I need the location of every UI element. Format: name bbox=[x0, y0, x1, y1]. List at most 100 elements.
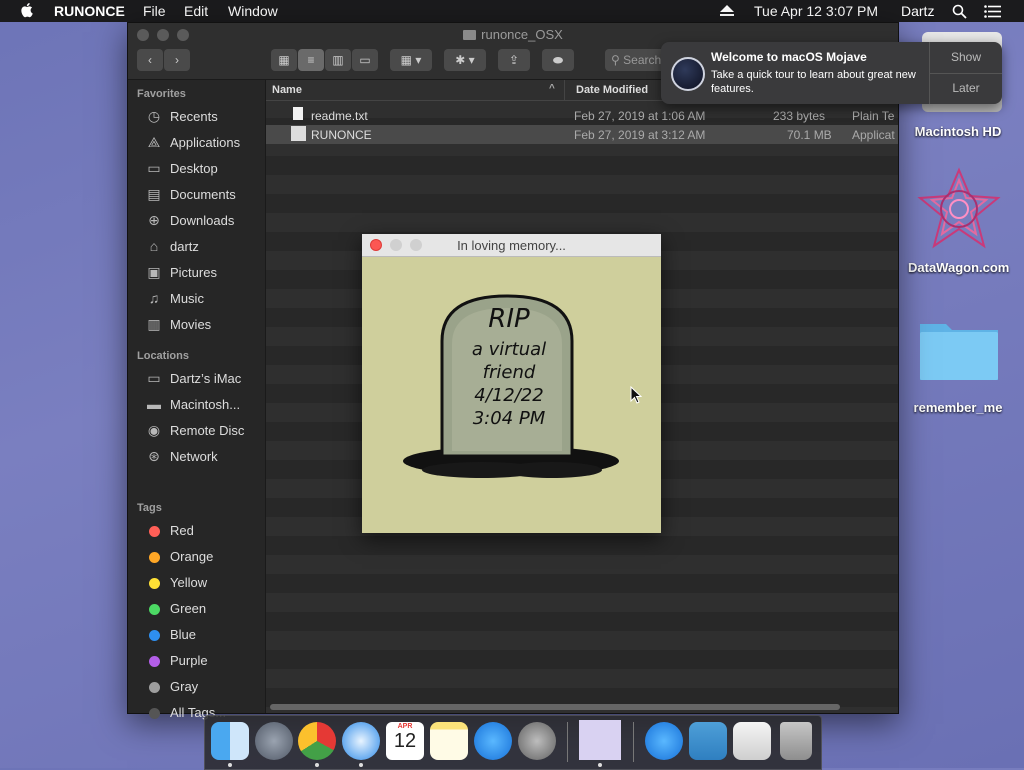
notification-center-icon[interactable] bbox=[984, 5, 1001, 18]
finder-dock-icon[interactable] bbox=[211, 722, 249, 760]
horizontal-scrollbar[interactable] bbox=[270, 704, 840, 710]
menu-edit[interactable]: Edit bbox=[184, 3, 208, 19]
sidebar-item-remote-disc[interactable]: ◉ Remote Disc bbox=[145, 420, 263, 442]
desktop-label-datawagon[interactable]: DataWagon.com bbox=[908, 260, 1009, 275]
tombstone-time: 3:04 PM bbox=[472, 408, 546, 429]
file-date: Feb 27, 2019 at 3:12 AM bbox=[574, 128, 706, 142]
search-placeholder: Search bbox=[623, 53, 662, 67]
sidebar-tag-purple[interactable]: Purple bbox=[145, 650, 263, 672]
notes-dock-icon[interactable] bbox=[430, 722, 468, 760]
sidebar-item-home[interactable]: ⌂ dartz bbox=[145, 236, 263, 258]
apple-logo-icon[interactable] bbox=[20, 3, 34, 19]
tombstone-rip-text: RIP bbox=[488, 304, 530, 334]
sidebar-item-recents[interactable]: ◷ Recents bbox=[145, 106, 263, 128]
eject-icon[interactable] bbox=[720, 5, 734, 17]
launchpad-dock-icon[interactable] bbox=[255, 722, 293, 760]
list-view-icon[interactable]: ≡ bbox=[298, 49, 324, 71]
tombstone-inscription: RIP a virtual friend 4/12/22 3:04 PM bbox=[444, 304, 574, 430]
application-file-icon bbox=[291, 126, 306, 141]
safari-dock-icon[interactable] bbox=[342, 722, 380, 760]
column-date-header[interactable]: Date Modified bbox=[576, 84, 648, 96]
sidebar-tag-yellow[interactable]: Yellow bbox=[145, 572, 263, 594]
desktop-label-remember-me[interactable]: remember_me bbox=[908, 400, 1008, 415]
sidebar-label: Remote Disc bbox=[170, 423, 245, 438]
action-gear-icon[interactable]: ✱ ▾ bbox=[444, 49, 486, 71]
dock-separator bbox=[633, 722, 634, 762]
menu-window[interactable]: Window bbox=[228, 3, 278, 19]
orange-tag-dot-icon bbox=[149, 552, 160, 563]
menu-clock[interactable]: Tue Apr 12 3:07 PM bbox=[754, 3, 878, 19]
disc-icon: ◉ bbox=[147, 422, 161, 438]
spotlight-search-icon[interactable] bbox=[952, 4, 967, 19]
hard-drive-icon: ▬ bbox=[147, 396, 161, 412]
sort-ascending-icon[interactable]: ^ bbox=[549, 83, 555, 94]
notification-show-button[interactable]: Show bbox=[930, 42, 1002, 74]
sidebar-label: Yellow bbox=[170, 575, 208, 590]
file-name: readme.txt bbox=[311, 109, 368, 123]
sidebar-tag-gray[interactable]: Gray bbox=[145, 676, 263, 698]
column-view-icon[interactable]: ▥ bbox=[325, 49, 351, 71]
sidebar-item-music[interactable]: ♫ Music bbox=[145, 288, 263, 310]
sidebar-item-documents[interactable]: ▤ Documents bbox=[145, 184, 263, 206]
running-indicator bbox=[315, 763, 319, 767]
calendar-month: APR bbox=[397, 723, 413, 730]
calendar-dock-icon[interactable]: APR 12 bbox=[386, 722, 424, 760]
sidebar-label: Gray bbox=[170, 679, 199, 694]
gallery-view-icon[interactable]: ▭ bbox=[352, 49, 378, 71]
sidebar-item-network[interactable]: ⊛ Network bbox=[145, 446, 263, 468]
sidebar-tag-green[interactable]: Green bbox=[145, 598, 263, 620]
sidebar-label: Macintosh... bbox=[170, 397, 241, 412]
sidebar-item-movies[interactable]: ▥ Movies bbox=[145, 314, 263, 336]
home-icon: ⌂ bbox=[149, 238, 159, 254]
sidebar-tag-blue[interactable]: Blue bbox=[145, 624, 263, 646]
all-tags-icon bbox=[149, 708, 160, 719]
downloads-folder-dock-icon[interactable] bbox=[689, 722, 727, 760]
sidebar-label: Documents bbox=[170, 187, 236, 202]
tag-icon[interactable]: ⬬ bbox=[542, 49, 574, 71]
file-row-readme[interactable]: readme.txt Feb 27, 2019 at 1:06 AM 233 b… bbox=[266, 106, 898, 125]
sidebar-item-imac[interactable]: ▭ Dartz’s iMac bbox=[145, 368, 263, 390]
share-icon[interactable]: ⇪ bbox=[498, 49, 530, 71]
applications-folder-dock-icon[interactable] bbox=[645, 722, 683, 760]
notification-body: Take a quick tour to learn about great n… bbox=[711, 69, 916, 95]
sidebar-item-macintosh-hd[interactable]: ▬ Macintosh... bbox=[145, 394, 263, 416]
sidebar-tag-red[interactable]: Red bbox=[145, 520, 263, 542]
text-file-icon bbox=[293, 107, 303, 120]
datawagon-icon[interactable] bbox=[916, 166, 1002, 252]
mojave-app-icon bbox=[671, 57, 705, 91]
document-icon: ▤ bbox=[147, 186, 161, 202]
forward-button[interactable]: › bbox=[164, 49, 190, 71]
notification-later-button[interactable]: Later bbox=[930, 73, 1002, 104]
document-preview-dock-icon[interactable] bbox=[733, 722, 771, 760]
runonce-dock-icon[interactable] bbox=[579, 720, 621, 760]
dock: APR 12 bbox=[204, 715, 822, 770]
sidebar-label: Pictures bbox=[170, 265, 217, 280]
sidebar-label: Downloads bbox=[170, 213, 235, 228]
sidebar-item-desktop[interactable]: ▭ Desktop bbox=[145, 158, 263, 180]
menu-app-name[interactable]: RUNONCE bbox=[54, 3, 125, 19]
sidebar-item-applications[interactable]: ⟁ Applications bbox=[145, 132, 263, 154]
sidebar-item-downloads[interactable]: ⊕ Downloads bbox=[145, 210, 263, 232]
sidebar-item-pictures[interactable]: ▣ Pictures bbox=[145, 262, 263, 284]
sidebar-label: Red bbox=[170, 523, 194, 538]
folder-icon[interactable] bbox=[918, 316, 1000, 382]
group-by-icon[interactable]: ▦ ▾ bbox=[390, 49, 432, 71]
file-row-runonce[interactable]: RUNONCE Feb 27, 2019 at 3:12 AM 70.1 MB … bbox=[266, 125, 898, 144]
app-store-dock-icon[interactable] bbox=[474, 722, 512, 760]
menu-file[interactable]: File bbox=[143, 3, 166, 19]
system-preferences-dock-icon[interactable] bbox=[518, 722, 556, 760]
chrome-dock-icon[interactable] bbox=[298, 722, 336, 760]
notification-banner[interactable]: Welcome to macOS Mojave Take a quick tou… bbox=[661, 42, 1002, 104]
desktop-label-macintosh-hd[interactable]: Macintosh HD bbox=[908, 124, 1008, 139]
icon-view-icon[interactable]: ▦ bbox=[271, 49, 297, 71]
trash-dock-icon[interactable] bbox=[780, 722, 812, 760]
column-name-header[interactable]: Name bbox=[272, 84, 302, 96]
finder-sidebar: Favorites ◷ Recents ⟁ Applications ▭ Deskto… bbox=[128, 80, 266, 720]
sidebar-tag-orange[interactable]: Orange bbox=[145, 546, 263, 568]
menu-user[interactable]: Dartz bbox=[901, 3, 934, 19]
running-indicator bbox=[228, 763, 232, 767]
tombstone-date: 4/12/22 bbox=[474, 385, 544, 406]
column-divider[interactable] bbox=[564, 80, 565, 100]
back-button[interactable]: ‹ bbox=[137, 49, 163, 71]
mouse-cursor-icon bbox=[630, 386, 642, 404]
